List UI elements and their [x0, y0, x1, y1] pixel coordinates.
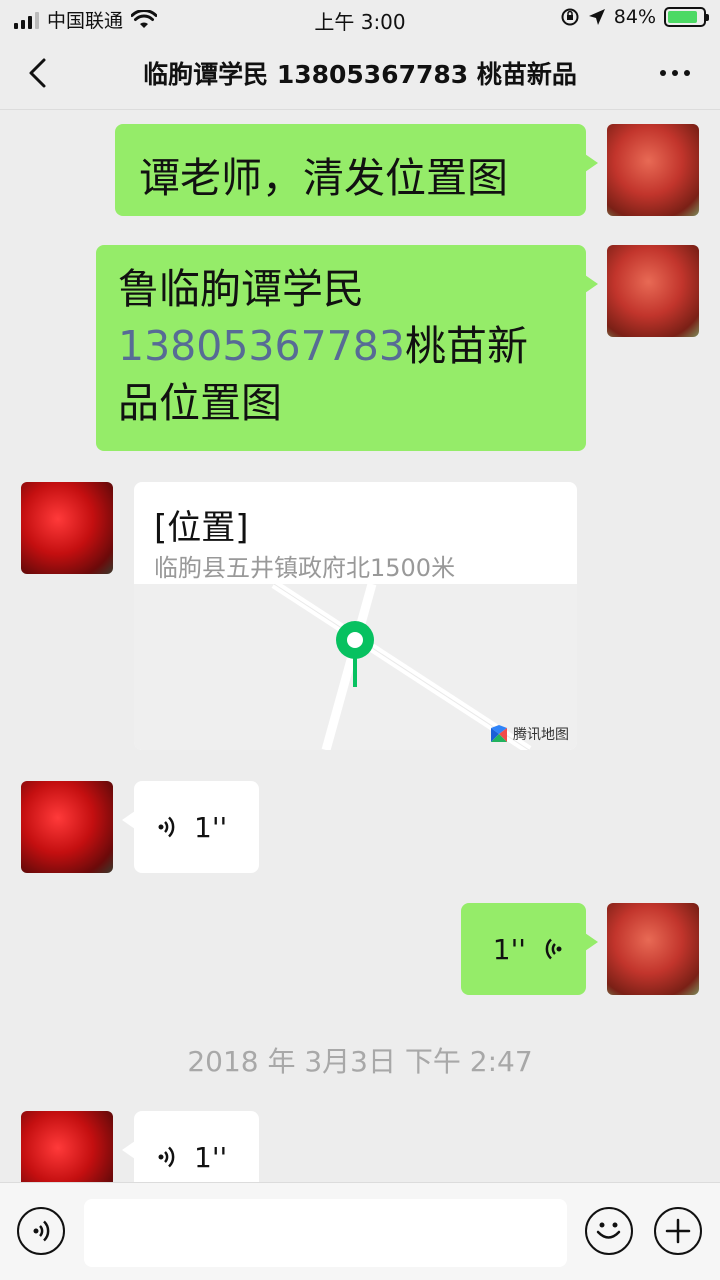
message-text: 谭老师，清发位置图 — [139, 154, 508, 202]
avatar-contact[interactable] — [21, 1111, 113, 1182]
plus-icon[interactable] — [654, 1207, 702, 1255]
message-bubble[interactable]: 谭老师，清发位置图 — [115, 124, 598, 216]
voice-duration: 1'' — [492, 932, 526, 966]
voice-duration: 1'' — [194, 1140, 228, 1174]
voice-input-icon[interactable] — [17, 1207, 65, 1255]
voice-wave-icon — [158, 1146, 175, 1168]
location-title: [位置] — [154, 508, 249, 548]
voice-wave-icon — [545, 938, 562, 960]
message-list[interactable]: 谭老师，清发位置图 鲁临朐谭学民13805367783桃苗新品位置图 [位置] … — [0, 110, 720, 1182]
message-text-prefix: 鲁临朐谭学民 — [118, 265, 364, 313]
location-map[interactable]: 腾讯地图 — [134, 580, 577, 750]
more-dots-icon[interactable] — [660, 70, 690, 76]
avatar-contact[interactable] — [21, 781, 113, 873]
phone-number-link[interactable]: 13805367783 — [118, 322, 405, 370]
avatar-self[interactable] — [607, 903, 699, 995]
chat-screen: 中国联通 上午 3:00 84% 临朐谭学民 13805367783 桃苗新品 … — [0, 0, 720, 1280]
voice-wave-icon — [158, 816, 175, 838]
voice-duration: 1'' — [194, 810, 228, 844]
location-icon — [588, 9, 605, 25]
map-brand-label: 腾讯地图 — [513, 727, 569, 743]
battery-charging-icon — [664, 7, 709, 27]
orientation-lock-icon — [561, 8, 579, 26]
location-address: 临朐县五井镇政府北1500米 — [154, 554, 456, 582]
voice-message-bubble[interactable]: 1'' — [122, 1111, 259, 1182]
emoji-icon[interactable] — [585, 1207, 633, 1255]
message-timestamp: 2018 年 3月3日 下午 2:47 — [187, 1045, 533, 1078]
avatar-contact[interactable] — [21, 482, 113, 574]
chevron-left-icon[interactable] — [22, 56, 56, 90]
chat-header: 临朐谭学民 13805367783 桃苗新品 — [0, 36, 720, 110]
input-bar — [0, 1182, 720, 1280]
voice-message-bubble[interactable]: 1'' — [461, 903, 598, 995]
location-card[interactable]: [位置] 临朐县五井镇政府北1500米 腾讯地图 — [134, 482, 577, 750]
message-input[interactable] — [84, 1199, 567, 1267]
tencent-map-logo-icon — [491, 725, 507, 742]
battery-percent: 84% — [613, 6, 656, 28]
status-bar: 中国联通 上午 3:00 84% — [0, 0, 720, 36]
voice-message-bubble[interactable]: 1'' — [122, 781, 259, 873]
avatar-self[interactable] — [607, 124, 699, 216]
message-bubble[interactable]: 鲁临朐谭学民13805367783桃苗新品位置图 — [96, 245, 598, 451]
chat-title: 临朐谭学民 13805367783 桃苗新品 — [143, 59, 577, 89]
avatar-self[interactable] — [607, 245, 699, 337]
map-brand: 腾讯地图 — [489, 724, 569, 744]
